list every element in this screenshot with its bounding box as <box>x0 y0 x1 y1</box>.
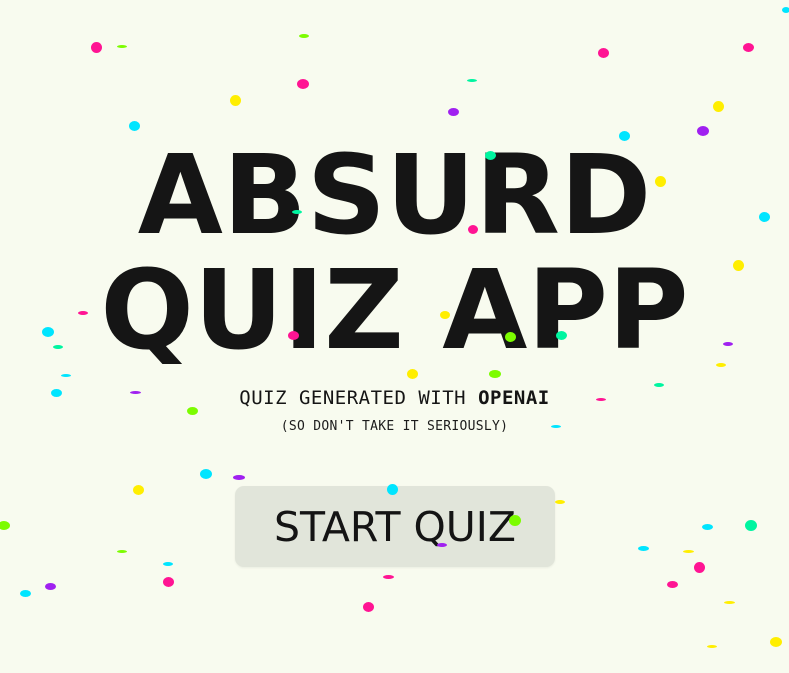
confetti-particle <box>362 602 374 612</box>
app-title-line-1: ABSURD <box>137 131 652 259</box>
confetti-particle <box>61 373 71 377</box>
app-title-line-2: QUIZ APP <box>100 246 689 374</box>
confetti-particle <box>745 519 757 531</box>
confetti-particle <box>382 575 394 579</box>
confetti-particle <box>742 42 754 52</box>
subtitle-brand: OPENAI <box>478 387 550 409</box>
confetti-particle <box>555 500 565 504</box>
start-quiz-button[interactable]: START QUIZ <box>235 486 555 567</box>
disclaimer-text: (SO DON'T TAKE IT SERIOUSLY) <box>280 419 509 434</box>
confetti-particle <box>770 637 782 647</box>
confetti-particle <box>162 577 174 587</box>
confetti-particle <box>637 545 649 551</box>
subtitle: QUIZ GENERATED WITH OPENAI <box>0 387 789 409</box>
confetti-particle <box>90 41 102 53</box>
confetti-particle <box>117 549 127 553</box>
confetti-particle <box>132 485 144 495</box>
confetti-particle <box>782 7 789 13</box>
confetti-particle <box>712 100 724 112</box>
confetti-particle <box>117 44 127 48</box>
confetti-particle <box>297 79 309 89</box>
confetti-particle <box>44 582 56 590</box>
confetti-particle <box>707 644 717 648</box>
confetti-particle <box>447 108 459 116</box>
confetti-particle <box>229 94 241 106</box>
confetti-particle <box>299 34 309 38</box>
confetti-particle <box>163 562 173 566</box>
confetti-particle <box>128 121 140 131</box>
confetti-particle <box>666 580 678 588</box>
confetti-particle <box>233 474 245 480</box>
confetti-particle <box>200 469 212 479</box>
confetti-particle <box>697 126 709 136</box>
confetti-particle <box>701 524 713 530</box>
confetti-particle <box>723 600 735 604</box>
confetti-particle <box>0 520 10 530</box>
subtitle-prefix: QUIZ GENERATED WITH <box>239 387 479 409</box>
confetti-particle <box>19 589 31 597</box>
confetti-particle <box>693 561 705 573</box>
confetti-particle <box>467 78 477 82</box>
confetti-particle <box>682 549 694 553</box>
confetti-particle <box>597 48 609 58</box>
